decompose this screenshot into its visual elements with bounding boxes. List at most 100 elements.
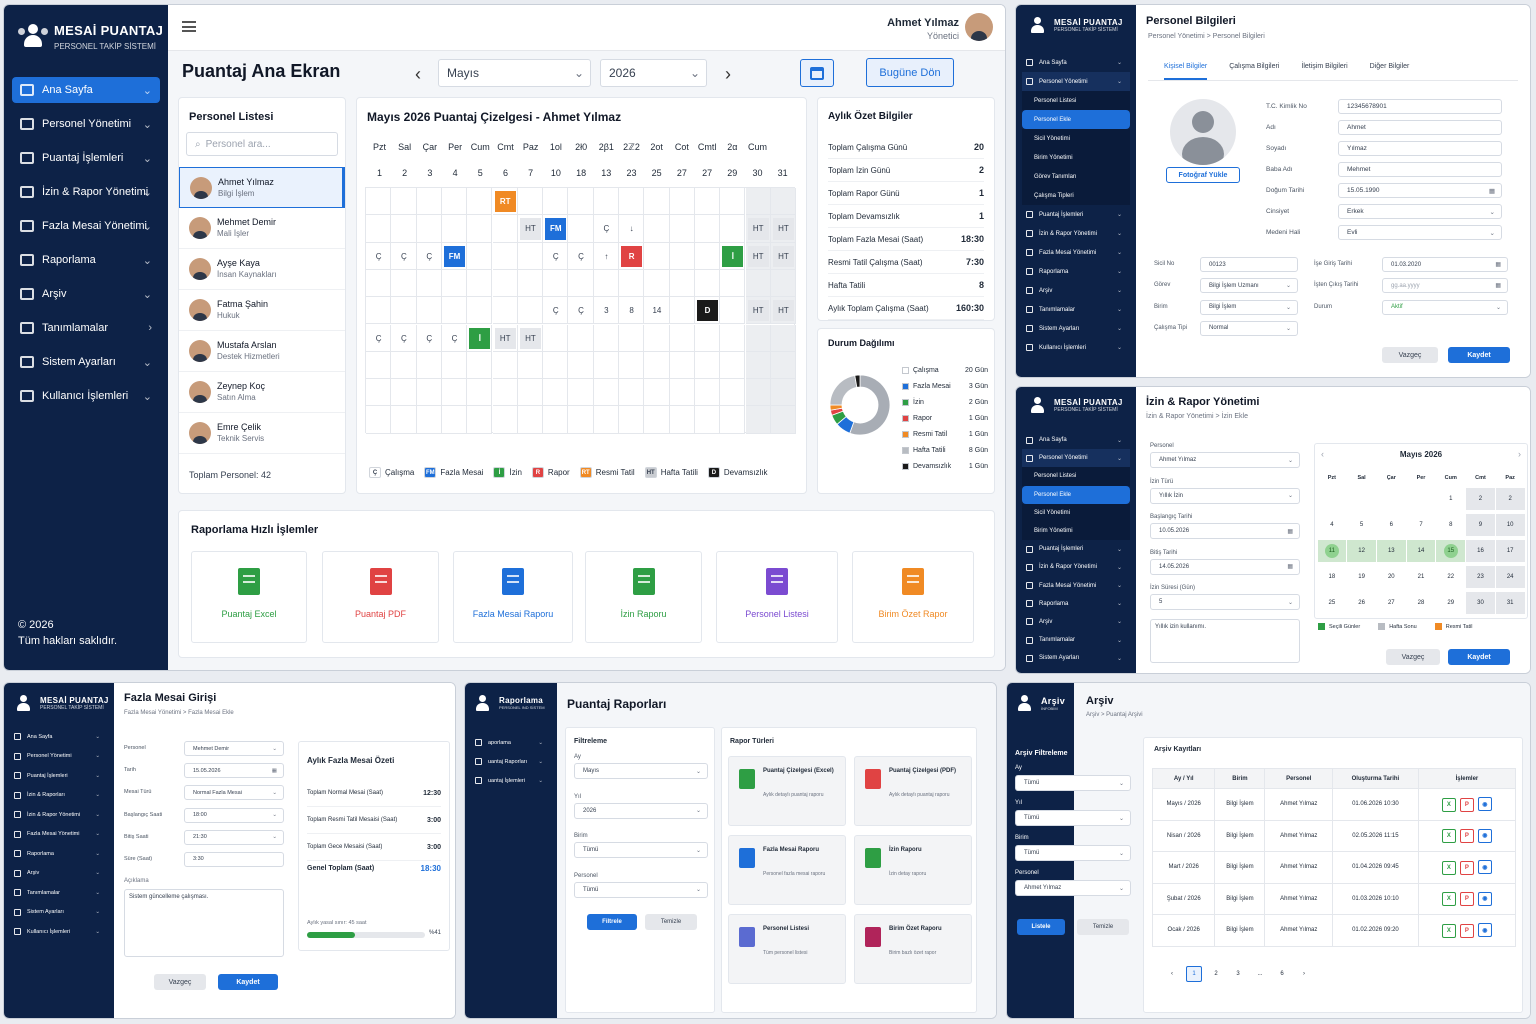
- year-select[interactable]: 2026 ⌄: [600, 59, 707, 87]
- sidebar-item-i-zin-rapor-yonetimi[interactable]: İzin & Rapor Yönetimi ⌄: [1022, 558, 1130, 576]
- cal-day[interactable]: 20: [1377, 566, 1406, 588]
- sidebar-item-fazla-mesai-yonetimi[interactable]: Fazla Mesai Yönetimi ⌄: [1022, 243, 1130, 262]
- field-yil[interactable]: 2026 ⌄: [574, 802, 708, 819]
- timesheet-cell[interactable]: [568, 406, 594, 434]
- timesheet-cell[interactable]: [619, 406, 645, 434]
- field-yil[interactable]: Tümü ⌄: [1015, 810, 1131, 826]
- timesheet-cell[interactable]: [669, 188, 695, 216]
- sidebar-item-kullanici-i-slemleri[interactable]: Kullanıcı İşlemleri ⌄: [12, 383, 160, 409]
- cal-next-icon[interactable]: ›: [1518, 449, 1521, 459]
- cal-day[interactable]: 2: [1495, 488, 1525, 510]
- timesheet-cell[interactable]: [644, 324, 670, 352]
- pdf-icon[interactable]: P: [1459, 829, 1474, 843]
- timesheet-cell[interactable]: [517, 188, 544, 216]
- timesheet-cell[interactable]: [694, 406, 721, 434]
- timesheet-grid[interactable]: RT HT FM Ç ↓ HT HT Ç Ç Ç FM Ç Ç ↑ R İ HT HT Ç Ç 3 8 14 D HT HT Ç Ç Ç…: [365, 187, 797, 434]
- timesheet-cell[interactable]: [416, 269, 442, 298]
- cal-day[interactable]: [1347, 488, 1376, 510]
- timesheet-cell[interactable]: [644, 188, 670, 216]
- timesheet-cell[interactable]: [441, 379, 468, 407]
- cal-day[interactable]: 23: [1466, 566, 1495, 588]
- sidebar-item-personel-ekle[interactable]: Personel Ekle: [1022, 110, 1130, 129]
- personnel-row[interactable]: Emre Çelik Teknik Servis: [179, 413, 345, 454]
- timesheet-cell[interactable]: [492, 242, 518, 270]
- sidebar-item-puantaj-i-slemleri[interactable]: Puantaj İşlemleri ⌄: [1022, 540, 1130, 558]
- timesheet-cell[interactable]: [669, 324, 695, 352]
- personnel-row[interactable]: Zeynep Koç Satın Alma: [179, 372, 345, 413]
- p4-note-field[interactable]: Sistem güncelleme çalışması.: [124, 889, 284, 957]
- excel-icon[interactable]: X: [1441, 829, 1456, 843]
- timesheet-cell[interactable]: [593, 351, 619, 380]
- personnel-row[interactable]: Mustafa Arslan Destek Hizmetleri: [179, 331, 345, 372]
- timesheet-cell[interactable]: [391, 215, 417, 243]
- cal-day[interactable]: 17: [1495, 540, 1525, 562]
- page-button[interactable]: 6: [1274, 966, 1290, 982]
- tab-diger-bilgiler[interactable]: Diğer Bilgiler: [1370, 63, 1410, 80]
- p4-save-button[interactable]: Kaydet: [218, 974, 278, 990]
- sidebar-item-sistem-ayarlari[interactable]: Sistem Ayarları ⌄: [10, 903, 108, 923]
- personnel-row[interactable]: Ahmet Yılmaz Bilgi İşlem: [179, 167, 345, 208]
- field-i-se-giris-tarihi[interactable]: 01.03.2020 ▦: [1382, 257, 1508, 272]
- timesheet-cell[interactable]: [416, 188, 442, 216]
- timesheet-cell[interactable]: [694, 324, 721, 352]
- p5-clear-button[interactable]: Temizle: [645, 914, 697, 930]
- sidebar-item-personel-yonetimi[interactable]: Personel Yönetimi ⌄: [10, 747, 108, 767]
- sidebar-item-uantaj-raporlari[interactable]: uantaj Raporları ⌄: [471, 752, 551, 771]
- p3-note-field[interactable]: Yıllık izin kullanımı.: [1150, 619, 1300, 663]
- sidebar-item-fazla-mesai-yonetimi[interactable]: Fazla Mesai Yönetimi ⌄: [1022, 577, 1130, 595]
- sidebar-item-puantaj-i-slemleri[interactable]: Puantaj İşlemleri ⌄: [10, 766, 108, 786]
- timesheet-cell[interactable]: [492, 379, 518, 407]
- timesheet-cell[interactable]: [467, 297, 493, 325]
- timesheet-cell[interactable]: [669, 242, 695, 270]
- sidebar-item-arsiv[interactable]: Arşiv ⌄: [1022, 613, 1130, 631]
- timesheet-cell[interactable]: [467, 379, 493, 407]
- hamburger-icon[interactable]: [182, 21, 196, 32]
- field-ay[interactable]: Mayıs ⌄: [574, 763, 708, 779]
- sidebar-item-gorev-tanimlari[interactable]: Görev Tanımları: [1022, 167, 1130, 186]
- sidebar-item-tanimlamalar[interactable]: Tanımlamalar ⌄: [1022, 300, 1130, 319]
- cal-day[interactable]: 13: [1376, 540, 1406, 562]
- cal-day[interactable]: 7: [1407, 514, 1436, 536]
- timesheet-cell[interactable]: [619, 269, 645, 298]
- sidebar-item-tanimlamalar[interactable]: Tanımlamalar ⌄: [10, 883, 108, 903]
- timesheet-cell[interactable]: [745, 406, 771, 434]
- sidebar-item-ana-sayfa[interactable]: Ana Sayfa ⌄: [1022, 53, 1130, 72]
- view-icon[interactable]: ◉: [1477, 860, 1492, 874]
- field-durum[interactable]: Aktif ⌄: [1382, 299, 1508, 315]
- timesheet-cell[interactable]: [593, 188, 619, 216]
- cal-day[interactable]: 14: [1406, 540, 1436, 562]
- sidebar-item-birim-yonetimi[interactable]: Birim Yönetimi: [1022, 521, 1130, 541]
- field-i-zin-turu[interactable]: Yıllık İzin ⌄: [1150, 487, 1300, 504]
- sidebar-item-raporlama[interactable]: Raporlama ⌄: [1022, 595, 1130, 613]
- report-type-birim-ozet-raporu[interactable]: Birim Özet Raporu Birim bazlı özet rapor: [854, 914, 972, 984]
- report-type-puantaj-cizelgesi-excel[interactable]: Puantaj Çizelgesi (Excel) Aylık detaylı p…: [728, 756, 846, 826]
- field-baba-adi[interactable]: Mehmet: [1338, 162, 1502, 177]
- sidebar-item-i-zin-rapor-yonetimi[interactable]: İzin & Rapor Yönetimi ⌄: [12, 179, 160, 205]
- timesheet-cell[interactable]: [644, 242, 670, 270]
- quick-report-i-zin-raporu[interactable]: İzin Raporu: [585, 551, 702, 643]
- timesheet-cell[interactable]: [694, 188, 721, 216]
- upload-photo-button[interactable]: Fotoğraf Yükle: [1166, 167, 1240, 183]
- field-mesai-turu[interactable]: Normal Fazla Mesai ⌄: [184, 785, 284, 801]
- cal-day[interactable]: 16: [1466, 540, 1495, 562]
- today-button[interactable]: Bugüne Dön: [866, 58, 954, 87]
- timesheet-cell[interactable]: [416, 215, 442, 243]
- timesheet-cell[interactable]: [391, 188, 417, 216]
- field-baslangic-saati[interactable]: 18:00 ⌄: [184, 807, 284, 823]
- personnel-row[interactable]: Mehmet Demir Mali İşler: [179, 208, 345, 249]
- field-birim[interactable]: Tümü ⌄: [574, 842, 708, 858]
- timesheet-cell[interactable]: [770, 269, 797, 298]
- personnel-row[interactable]: Fatma Şahin Hukuk: [179, 290, 345, 331]
- timesheet-cell[interactable]: [366, 351, 392, 380]
- timesheet-cell[interactable]: [366, 188, 392, 216]
- sidebar-item-personel-yonetimi[interactable]: Personel Yönetimi ⌄: [1022, 449, 1130, 468]
- cal-day[interactable]: 26: [1347, 592, 1376, 614]
- timesheet-cell[interactable]: [568, 324, 594, 352]
- table-row[interactable]: Şubat / 2026 Bilgi İşlem Ahmet Yılmaz 01.03…: [1151, 882, 1517, 915]
- table-row[interactable]: Mayıs / 2026 Bilgi İşlem Ahmet Yılmaz 01.06…: [1151, 788, 1517, 821]
- timesheet-cell[interactable]: [416, 297, 442, 325]
- field-ay[interactable]: Tümü ⌄: [1015, 775, 1131, 791]
- timesheet-cell[interactable]: [694, 379, 721, 407]
- timesheet-cell[interactable]: [619, 351, 645, 380]
- cal-day[interactable]: 9: [1466, 514, 1495, 536]
